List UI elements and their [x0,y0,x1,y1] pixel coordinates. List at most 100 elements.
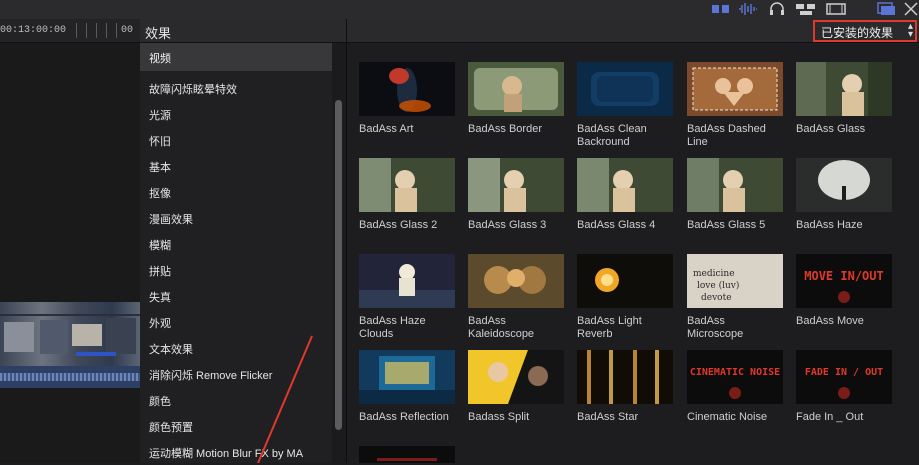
category-item[interactable]: 光源 [140,101,332,127]
category-item[interactable]: 抠像 [140,179,332,205]
category-item[interactable]: 故障闪烁眩晕特效 [140,75,332,101]
category-item[interactable]: 失真 [140,283,332,309]
transitions-icon[interactable] [903,2,919,16]
effect-name: Cinematic Noise [687,411,789,424]
effect-thumbnail [359,350,455,404]
timecode-right: 00 [121,25,134,36]
effect-name: BadAss Microscope [687,315,789,341]
category-item[interactable]: 漫画效果 [140,205,332,231]
effect-name-line1: BadAss Glass 2 [359,219,438,231]
film-strip-icon[interactable] [826,2,846,16]
category-item[interactable]: 拼贴 [140,257,332,283]
effects-browser-title: 效果 [145,26,172,41]
effect-thumbnail [359,446,455,463]
effect-name-line2: Line [687,136,708,148]
category-label: 拼贴 [149,266,171,278]
effect-name: BadAss Haze [796,219,898,232]
effect-name: BadAss Art [359,123,461,136]
category-label: 颜色预置 [149,422,193,434]
svg-text:devote: devote [701,293,732,303]
effect-name-line1: BadAss Reflection [359,411,449,423]
red-arrow-annotation [257,335,313,463]
timeline-ruler[interactable]: 00:13:00:00 00 [0,19,140,43]
effect-name: BadAss Reflection [359,411,461,424]
effect-name: BadAss Glass 2 [359,219,461,232]
skull-logo-icon [838,387,850,399]
category-label: 视频 [149,53,171,65]
ruler-tick [76,23,77,38]
category-label: 漫画效果 [149,214,193,226]
effect-name-line1: Badass Split [468,411,530,423]
effect-name-line1: BadAss Move [796,315,864,327]
clip-appearance-icon[interactable] [711,2,731,16]
category-scrollbar-thumb[interactable] [335,100,342,430]
snapping-icon[interactable] [795,2,817,16]
ruler-tick [86,23,87,38]
effect-name: BadAss Haze Clouds [359,315,461,341]
effect-thumbnail: medicine love (luv) devote [687,254,783,308]
effect-name-line1: BadAss [468,315,506,327]
category-label: 失真 [149,292,171,304]
timecode-left: 00:13:00:00 [0,25,67,36]
effect-name-line1: Fade In _ Out [796,411,864,423]
effect-thumbnail [359,158,455,212]
effect-name: BadAss Kaleidoscope [468,315,570,341]
skull-logo-icon [838,291,850,303]
audio-waveform [0,373,140,381]
category-label: 怀旧 [149,136,171,148]
category-label: 外观 [149,318,171,330]
svg-text:love (luv): love (luv) [697,280,739,291]
effect-name: BadAss Glass 3 [468,219,570,232]
clip-video-filmstrip[interactable] [0,302,140,366]
effect-name: Badass Split [468,411,570,424]
effect-thumbnail [468,350,564,404]
skull-logo-icon [729,387,741,399]
effects-grid: BadAss Art BadAss Border BadAss Clean Backr… [347,43,919,463]
effect-thumbnail [468,62,564,116]
category-item-video[interactable]: 视频 [140,43,332,71]
effect-thumbnail [796,62,892,116]
effect-name-line1: BadAss Glass 5 [687,219,766,231]
effect-name-line2: Kaleidoscope [468,328,535,340]
category-label: 基本 [149,162,171,174]
effect-name: BadAss Glass [796,123,898,136]
clip-audio-waveform[interactable] [0,366,140,388]
effect-thumbnail [468,158,564,212]
installed-effects-label: 已安装的效果 [821,26,894,40]
effect-name: BadAss Light Reverb [577,315,679,341]
headphones-icon[interactable] [768,2,786,16]
effect-name-line1: BadAss [687,315,725,327]
category-item[interactable]: 基本 [140,153,332,179]
effect-name-line2: Microscope [687,328,744,340]
effect-name: BadAss Border [468,123,570,136]
category-item[interactable]: 模糊 [140,231,332,257]
effect-name-line1: Cinematic Noise [687,411,768,423]
effect-thumbnail [359,254,455,308]
timeline-clip[interactable] [0,302,140,392]
effect-thumbnail [359,62,455,116]
category-item[interactable]: 怀旧 [140,127,332,153]
up-down-chevron-icon: ▴ ▾ [907,21,913,40]
effect-thumbnail [796,158,892,212]
effect-name: BadAss Glass 5 [687,219,789,232]
effect-name-line2: Clouds [359,328,394,340]
effect-name-line1: BadAss Star [577,411,639,423]
effect-name: BadAss Move [796,315,898,328]
effect-name: BadAss Dashed Line [687,123,789,149]
category-label: 颜色 [149,396,171,408]
effect-name: BadAss Glass 4 [577,219,679,232]
audio-waveform-icon[interactable] [738,2,758,16]
effect-thumbnail [577,62,673,116]
effect-name-line1: BadAss Light [577,315,642,327]
effect-name-line2: Backround [577,136,630,148]
effect-thumbnail [687,158,783,212]
effect-name-line1: BadAss Glass [796,123,866,135]
effects-browser-icon[interactable] [876,2,896,16]
svg-text:medicine: medicine [693,269,735,279]
effect-name-line1: BadAss Art [359,123,414,135]
installed-effects-dropdown[interactable]: 已安装的效果 ▴ ▾ [813,20,917,42]
effect-name-line1: BadAss Haze [796,219,863,231]
thumbnail-title-text: FADE IN / OUT [804,367,884,378]
ruler-tick [96,23,97,38]
effect-thumbnail [468,254,564,308]
